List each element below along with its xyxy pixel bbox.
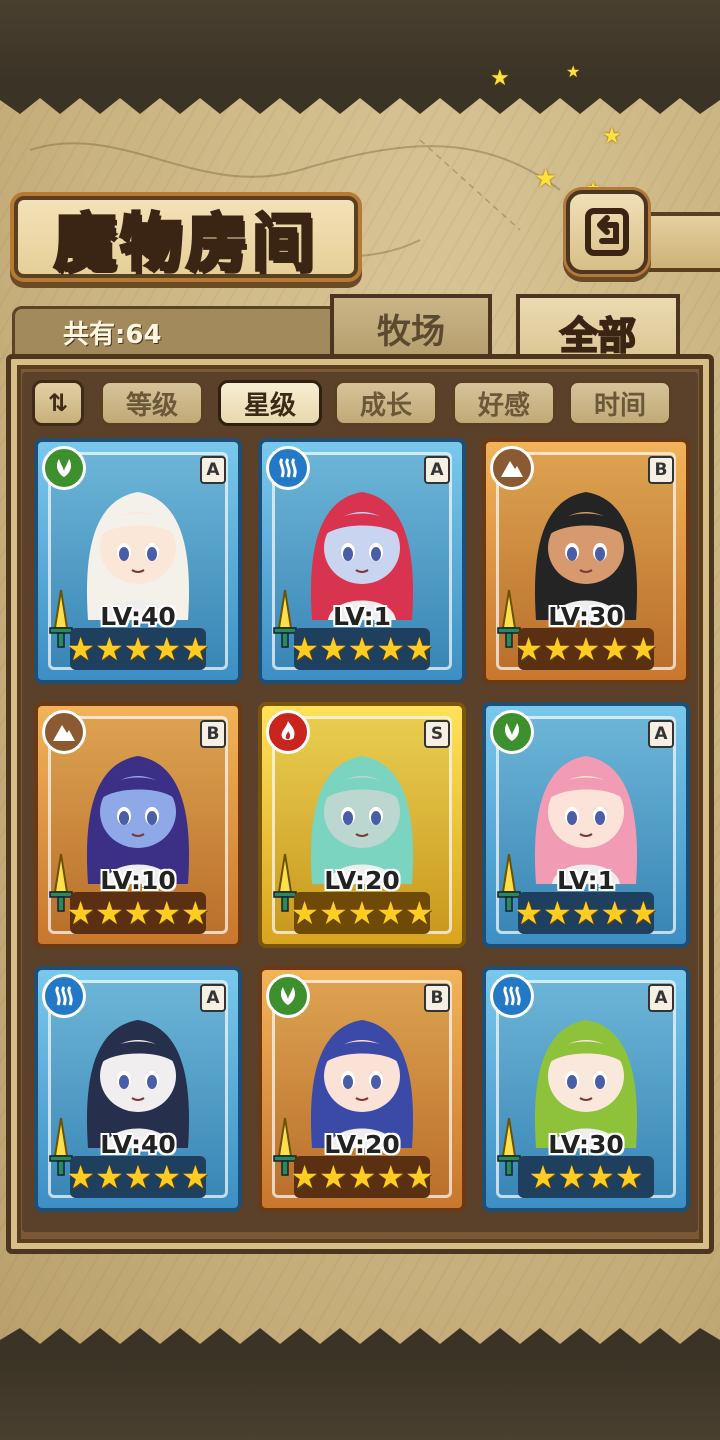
sort-bar: ⇅ 等级 星级 成长 好感 时间: [32, 380, 692, 428]
sort-by-growth-button[interactable]: 成长: [334, 380, 438, 426]
monster-card[interactable]: A LV:30 ★★★★: [482, 966, 690, 1212]
page-title: 魔物房间: [52, 205, 318, 281]
monster-card[interactable]: A LV:1 ★★★★★: [482, 702, 690, 948]
top-backdrop: [0, 0, 720, 80]
monster-portrait: [310, 492, 414, 620]
sparkle-star-icon: ★: [534, 164, 558, 194]
monster-portrait: [86, 1020, 190, 1148]
return-arrow-icon: [585, 208, 629, 256]
sort-label: 好感: [477, 390, 530, 421]
bottom-backdrop: [0, 1360, 720, 1440]
sort-by-star-button[interactable]: 星级: [218, 380, 322, 426]
sort-by-level-button[interactable]: 等级: [100, 380, 204, 426]
monster-card[interactable]: B LV:20 ★★★★★: [258, 966, 466, 1212]
star-rating: ★★★★: [518, 1156, 654, 1198]
sparkle-star-icon: ★: [602, 124, 622, 149]
earth-icon: [42, 710, 86, 754]
sort-by-time-button[interactable]: 时间: [568, 380, 672, 426]
star-rating: ★★★★★: [66, 628, 210, 670]
monster-portrait: [534, 492, 638, 620]
rarity-grade-badge: S: [424, 720, 450, 748]
sparkle-star-icon: ★: [490, 66, 510, 91]
monster-level: LV:1: [556, 866, 616, 895]
back-button[interactable]: [566, 190, 648, 274]
rarity-grade-badge: A: [648, 720, 674, 748]
water-icon: [490, 974, 534, 1018]
star-rating: ★★★★★: [290, 1156, 434, 1198]
monster-card[interactable]: S LV:20 ★★★★★: [258, 702, 466, 948]
monster-level: LV:30: [548, 602, 624, 631]
star-rating: ★★★★★: [514, 892, 658, 934]
earth-icon: [490, 446, 534, 490]
star-rating: ★★★★★: [66, 892, 210, 934]
sparkle-star-icon: ★: [566, 62, 581, 81]
rarity-grade-badge: B: [424, 984, 450, 1012]
rarity-grade-badge: B: [648, 456, 674, 484]
monster-portrait: [86, 492, 190, 620]
monster-portrait: [534, 1020, 638, 1148]
monster-count-bar: 共有:64: [12, 306, 342, 358]
tab-all-label: 全部: [559, 312, 637, 359]
sort-by-affection-button[interactable]: 好感: [452, 380, 556, 426]
rarity-grade-badge: A: [200, 456, 226, 484]
nature-icon: [42, 446, 86, 490]
monster-level: LV:20: [324, 866, 400, 895]
water-icon: [42, 974, 86, 1018]
monster-card[interactable]: B LV:30 ★★★★★: [482, 438, 690, 684]
fire-icon: [266, 710, 310, 754]
sort-label: 成长: [359, 390, 412, 421]
tab-ranch[interactable]: 牧场: [330, 294, 492, 358]
sort-order-toggle[interactable]: ⇅: [32, 380, 84, 426]
monster-card[interactable]: B LV:10 ★★★★★: [34, 702, 242, 948]
rarity-grade-badge: B: [200, 720, 226, 748]
sort-label: 等级: [125, 390, 178, 421]
torn-edge-bottom: [0, 1328, 720, 1360]
monster-count: 共有:64: [63, 319, 162, 350]
monster-card[interactable]: A LV:40 ★★★★★: [34, 438, 242, 684]
monster-level: LV:1: [332, 602, 392, 631]
back-button-rail: [640, 212, 720, 272]
star-rating: ★★★★★: [66, 1156, 210, 1198]
monster-card[interactable]: A LV:40 ★★★★★: [34, 966, 242, 1212]
star-rating: ★★★★★: [290, 628, 434, 670]
monster-portrait: [86, 756, 190, 884]
monster-level: LV:40: [100, 1130, 176, 1159]
nature-icon: [490, 710, 534, 754]
monster-portrait: [310, 1020, 414, 1148]
monster-level: LV:20: [324, 1130, 400, 1159]
sort-label: 时间: [593, 390, 646, 421]
rarity-grade-badge: A: [648, 984, 674, 1012]
tab-ranch-label: 牧场: [377, 311, 445, 352]
title-plate: 魔物房间: [14, 196, 358, 281]
sort-order-icon: ⇅: [47, 389, 69, 417]
monster-portrait: [534, 756, 638, 884]
water-icon: [266, 446, 310, 490]
monster-portrait: [310, 756, 414, 884]
star-rating: ★★★★★: [514, 628, 658, 670]
star-rating: ★★★★★: [290, 892, 434, 934]
monster-card[interactable]: A LV:1 ★★★★★: [258, 438, 466, 684]
rarity-grade-badge: A: [424, 456, 450, 484]
monster-level: LV:40: [100, 602, 176, 631]
nature-icon: [266, 974, 310, 1018]
monster-level: LV:30: [548, 1130, 624, 1159]
sort-label: 星级: [243, 390, 296, 421]
rarity-grade-badge: A: [200, 984, 226, 1012]
monster-level: LV:10: [100, 866, 176, 895]
